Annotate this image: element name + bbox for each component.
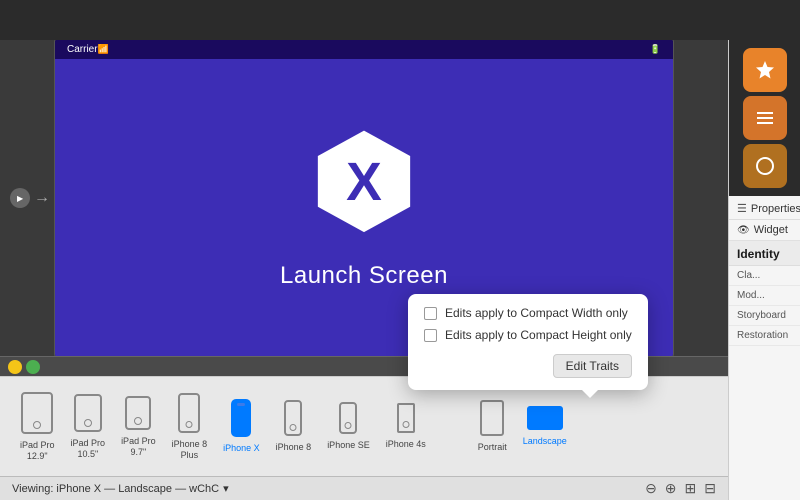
widget-row: 👁 Widget	[729, 220, 800, 241]
properties-header: ☰ Properties	[729, 196, 800, 220]
iphone8-label: iPhone 8	[276, 442, 312, 453]
device-item-iphonex[interactable]: iPhone X	[223, 399, 260, 454]
properties-icon: ☰	[737, 202, 747, 215]
svg-text:X: X	[346, 153, 382, 212]
ipad-shape	[125, 396, 151, 430]
ipad-pro-97-icon	[125, 396, 151, 430]
ipad-pro-105-label: iPad Pro10.5"	[71, 438, 106, 460]
launch-screen-label: Launch Screen	[280, 262, 448, 290]
arrow-circle-icon: ▶	[10, 188, 30, 208]
widget-label: Widget	[754, 224, 788, 236]
iphonex-icon	[231, 399, 251, 437]
landscape-label: Landscape	[523, 436, 567, 447]
portrait-shape	[480, 400, 504, 436]
main-area: ▶ → Carrier 📶 🔋	[0, 40, 800, 500]
device-item-ipad-pro-105[interactable]: iPad Pro10.5"	[71, 394, 106, 460]
arrow-icon: →	[34, 189, 50, 207]
iphonex-shape	[231, 399, 251, 437]
iphone4s-icon	[397, 403, 415, 433]
iphone-shape	[178, 393, 200, 433]
zoom-out-button[interactable]: ⊖	[645, 480, 657, 497]
module-row: Mod...	[729, 286, 800, 306]
compact-width-label: Edits apply to Compact Width only	[445, 306, 628, 320]
device-item-ipad-pro-97[interactable]: iPad Pro9.7"	[121, 396, 156, 458]
edit-traits-button[interactable]: Edit Traits	[553, 354, 632, 378]
iphone8plus-label: iPhone 8Plus	[172, 439, 208, 461]
device-item-ipad-pro-129[interactable]: iPad Pro12.9"	[20, 392, 55, 462]
class-row: Cla...	[729, 266, 800, 286]
compact-height-row: Edits apply to Compact Height only	[424, 328, 632, 342]
compact-height-checkbox[interactable]	[424, 329, 437, 342]
portrait-label: Portrait	[478, 442, 507, 453]
sim-yellow-button[interactable]	[8, 360, 22, 374]
ipad-pro-129-label: iPad Pro12.9"	[20, 440, 55, 462]
ipad-shape	[21, 392, 53, 434]
iphone8-icon	[284, 400, 302, 436]
carrier-label: Carrier	[67, 44, 98, 55]
device-item-iphone4s[interactable]: iPhone 4s	[386, 403, 426, 450]
zoom-fit-button[interactable]: ⊞	[685, 480, 697, 497]
device-item-portrait[interactable]: Portrait	[478, 400, 507, 453]
top-toolbar	[0, 0, 800, 40]
viewing-dropdown-arrow[interactable]: ▾	[223, 482, 229, 495]
device-item-iphone8plus[interactable]: iPhone 8Plus	[172, 393, 208, 461]
iphonese-label: iPhone SE	[327, 440, 370, 451]
panel-icon-toolbar	[729, 40, 800, 196]
eye-icon: 👁	[737, 225, 750, 236]
ipad-pro-97-label: iPad Pro9.7"	[121, 436, 156, 458]
iphone-shape	[397, 403, 415, 433]
viewing-info: Viewing: iPhone X — Landscape — wChC ▾	[12, 482, 229, 495]
device-item-landscape[interactable]: Landscape	[523, 406, 567, 447]
simulator-status-bar: Carrier 📶 🔋	[55, 40, 673, 59]
device-item-iphone8[interactable]: iPhone 8	[276, 400, 312, 453]
panel-icon-list-button[interactable]	[743, 96, 787, 140]
ipad-pro-105-icon	[74, 394, 102, 432]
status-bar: Viewing: iPhone X — Landscape — wChC ▾ ⊖…	[0, 476, 728, 500]
iphonex-label: iPhone X	[223, 443, 260, 454]
iphone4s-label: iPhone 4s	[386, 439, 426, 450]
zoom-in-button[interactable]: ⊕	[665, 480, 677, 497]
device-item-iphonese[interactable]: iPhone SE	[327, 402, 370, 451]
panel-body: ☰ Properties 👁 Widget Identity Cla... Mo…	[729, 196, 800, 500]
iphone8plus-icon	[178, 393, 200, 433]
battery-icon: 🔋	[650, 44, 661, 55]
ipad-shape	[74, 394, 102, 432]
sim-green-button[interactable]	[26, 360, 40, 374]
zoom-controls: ⊖ ⊕ ⊞ ⊟	[645, 480, 716, 497]
device-picker: iPad Pro12.9" iPad Pro10.5" iPad Pro9.7"	[0, 376, 728, 476]
zoom-actual-button[interactable]: ⊟	[704, 480, 716, 497]
landscape-icon	[527, 406, 563, 430]
signal-wifi-icon: 📶	[98, 44, 109, 55]
iphonese-icon	[339, 402, 357, 434]
identity-label: Identity	[737, 247, 780, 261]
landscape-shape	[527, 406, 563, 430]
panel-icon-circle-button[interactable]	[743, 144, 787, 188]
portrait-icon	[480, 400, 504, 436]
viewing-label: Viewing: iPhone X — Landscape — wChC	[12, 483, 219, 495]
traits-popup: Edits apply to Compact Width only Edits …	[408, 294, 648, 390]
app-logo: X	[304, 126, 424, 246]
storyboard-row: Storyboard	[729, 306, 800, 326]
panel-icon-star-button[interactable]	[743, 48, 787, 92]
ipad-pro-129-icon	[21, 392, 53, 434]
compact-width-row: Edits apply to Compact Width only	[424, 306, 632, 320]
right-panel: ☰ Properties 👁 Widget Identity Cla... Mo…	[728, 40, 800, 500]
properties-label: Properties	[751, 203, 800, 215]
identity-section-header: Identity	[729, 241, 800, 266]
compact-height-label: Edits apply to Compact Height only	[445, 328, 632, 342]
arrow-indicator: ▶ →	[10, 188, 50, 208]
restoration-row: Restoration	[729, 326, 800, 346]
iphone-shape	[284, 400, 302, 436]
compact-width-checkbox[interactable]	[424, 307, 437, 320]
iphone-shape	[339, 402, 357, 434]
canvas-area: ▶ → Carrier 📶 🔋	[0, 40, 728, 500]
svg-text:▶: ▶	[17, 194, 24, 203]
